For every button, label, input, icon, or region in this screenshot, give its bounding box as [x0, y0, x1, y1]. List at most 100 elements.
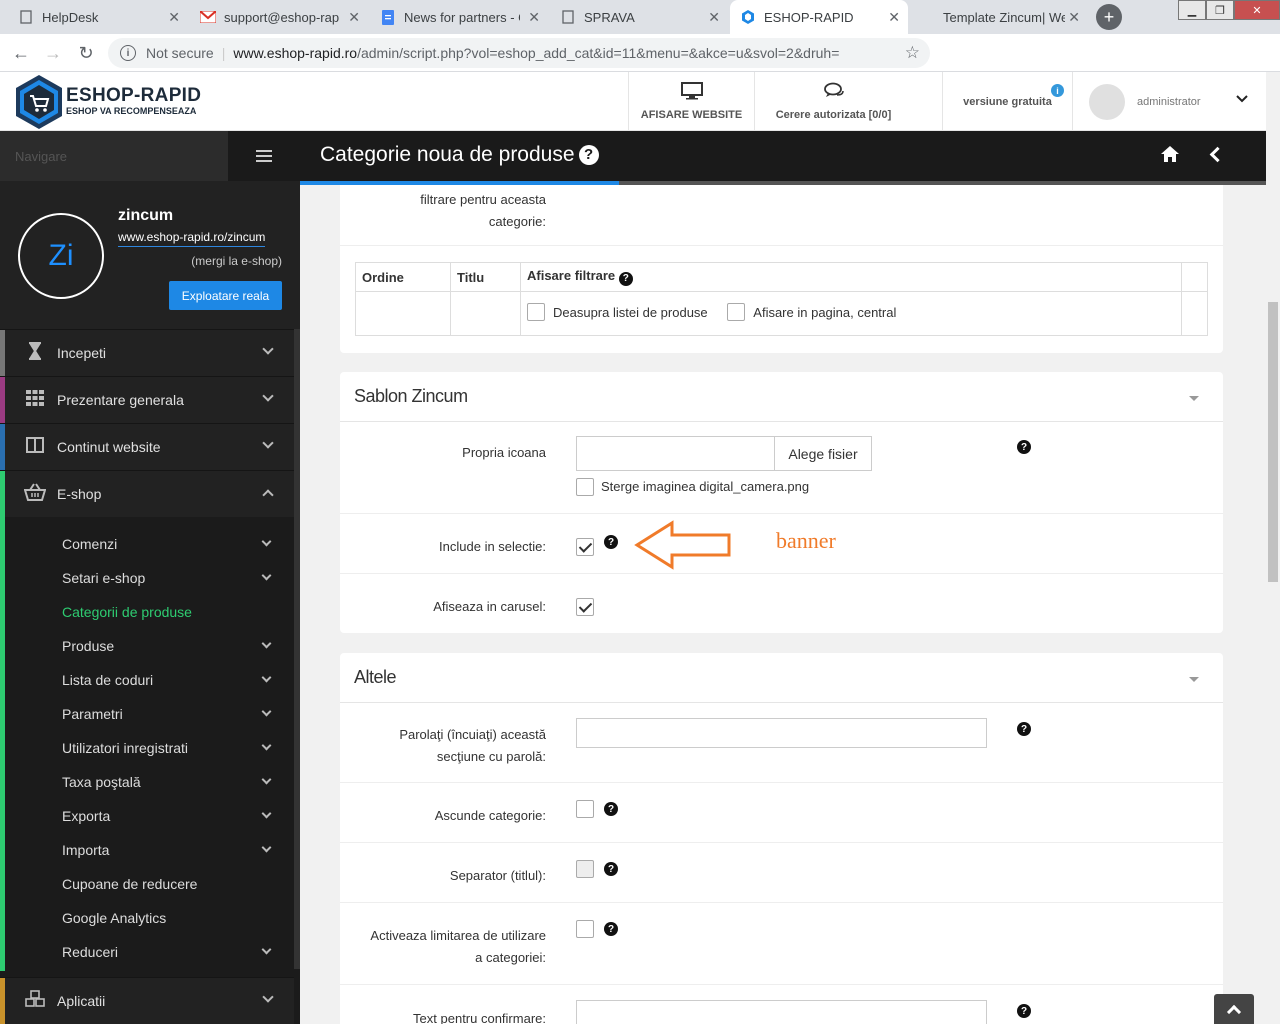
submenu-item-setari-e-shop[interactable]: Setari e-shop — [0, 561, 294, 595]
minimize-icon[interactable]: ▁ — [1178, 0, 1206, 20]
tab-sprava[interactable]: SPRAVA ✕ — [550, 0, 728, 34]
page-title: Categorie noua de produse? — [320, 143, 599, 167]
checkbox[interactable] — [727, 303, 746, 321]
submenu-item-categorii-de-produse[interactable]: Categorii de produse — [0, 595, 294, 629]
help-icon[interactable]: ? — [604, 802, 618, 816]
banner-annotation: banner — [776, 528, 836, 553]
help-icon[interactable]: ? — [578, 144, 599, 165]
tab-helpdesk[interactable]: HelpDesk ✕ — [8, 0, 188, 34]
maximize-icon[interactable]: ❐ — [1206, 0, 1234, 20]
hamburger-menu-icon[interactable] — [228, 131, 300, 181]
choose-file-button[interactable]: Alege fisier — [774, 436, 872, 471]
info-icon[interactable]: i — [120, 45, 136, 61]
help-icon[interactable]: ? — [1017, 722, 1031, 736]
live-mode-button[interactable]: Exploatare reala — [169, 281, 282, 310]
submenu-item-label: Categorii de produse — [62, 604, 192, 620]
submenu-item-cupoane-de-reducere[interactable]: Cupoane de reducere — [0, 867, 294, 901]
help-icon[interactable]: ? — [1017, 440, 1031, 454]
file-path-input[interactable] — [576, 436, 775, 471]
submenu-item-exporta[interactable]: Exporta — [0, 799, 294, 833]
version-badge[interactable]: versiune gratuita i — [942, 72, 1072, 131]
sidebar-item-prezentare-generala[interactable]: Prezentare generala — [0, 376, 294, 423]
chevron-left-icon[interactable] — [1209, 146, 1226, 163]
filter-above-list-checkbox[interactable]: Deasupra listei de produse — [527, 303, 708, 321]
separator-checkbox[interactable] — [576, 860, 594, 878]
shop-url-link[interactable]: www.eshop-rapid.ro/zincum — [118, 230, 266, 247]
chevron-down-icon[interactable] — [1236, 92, 1248, 106]
logo[interactable]: ESHOP-RAPID ESHOP VA RECOMPENSEAZA — [14, 74, 201, 129]
submenu-item-comenzi[interactable]: Comenzi — [0, 527, 294, 561]
help-icon[interactable]: ? — [1017, 1004, 1031, 1018]
submenu-item-utilizatori-inregistrati[interactable]: Utilizatori inregistrati — [0, 731, 294, 765]
sidebar: Navigare Zi zincum www.eshop-rapid.ro/zi… — [0, 131, 300, 1024]
submenu-item-taxa-postala[interactable]: Taxa poştală — [0, 765, 294, 799]
other-panel-title[interactable]: Altele — [340, 653, 1223, 703]
hide-category-checkbox[interactable] — [576, 800, 594, 818]
submenu-item-produse[interactable]: Produse — [0, 629, 294, 663]
chevron-up-icon — [262, 489, 274, 501]
sidebar-item-label: Aplicatii — [57, 993, 106, 1009]
close-icon[interactable]: ✕ — [888, 9, 900, 26]
page-scrollbar[interactable] — [1266, 72, 1280, 1024]
submenu-item-lista-de-coduri[interactable]: Lista de coduri — [0, 663, 294, 697]
submenu-item-parametri[interactable]: Parametri — [0, 697, 294, 731]
carousel-checkbox[interactable] — [576, 598, 594, 616]
tab-docs[interactable]: News for partners - G ✕ — [370, 0, 548, 34]
close-icon[interactable]: ✕ — [528, 9, 540, 26]
sidebar-item-incepeti[interactable]: Incepeti — [0, 329, 294, 376]
close-icon[interactable]: ✕ — [168, 9, 180, 26]
hide-category-label: Ascunde categorie: — [434, 808, 546, 823]
sidebar-item-continut-website[interactable]: Continut website — [0, 423, 294, 470]
forward-arrow-icon[interactable]: → — [42, 42, 64, 64]
back-arrow-icon[interactable]: ← — [10, 42, 32, 64]
view-website-label: AFISARE WEBSITE — [640, 109, 743, 121]
scroll-to-top-button[interactable] — [1214, 994, 1254, 1024]
gmail-icon — [200, 9, 216, 25]
include-selection-checkbox[interactable] — [576, 538, 594, 556]
view-website-button[interactable]: AFISARE WEBSITE — [628, 72, 754, 131]
close-icon[interactable]: ✕ — [1068, 9, 1080, 26]
scrollbar-thumb[interactable] — [1268, 302, 1278, 582]
home-icon[interactable] — [1160, 145, 1180, 168]
item-color-bar — [0, 978, 5, 1024]
user-menu[interactable]: administrator — [1072, 72, 1266, 131]
close-icon[interactable]: ✕ — [348, 9, 360, 26]
tab-template-zincum[interactable]: Template Zincum| We ✕ — [910, 0, 1088, 34]
requests-button[interactable]: Cerere autorizata [0/0] — [754, 72, 912, 131]
reload-icon[interactable]: ↻ — [75, 42, 97, 64]
caret-down-icon[interactable] — [1189, 677, 1199, 682]
password-input[interactable] — [576, 718, 987, 748]
template-panel-title[interactable]: Sablon Zincum — [340, 372, 1223, 422]
new-tab-button[interactable]: + — [1096, 4, 1122, 30]
bookmark-star-icon[interactable]: ☆ — [905, 43, 920, 63]
checkbox[interactable] — [527, 303, 545, 321]
caret-down-icon[interactable] — [1189, 396, 1199, 401]
tab-eshop-rapid[interactable]: ESHOP-RAPID ✕ — [730, 0, 908, 34]
sidebar-item-aplicatii[interactable]: Aplicatii — [0, 977, 294, 1024]
submenu-item-label: Cupoane de reducere — [62, 876, 198, 892]
info-icon[interactable]: i — [1051, 84, 1064, 97]
sidebar-item-e-shop[interactable]: E-shop — [0, 470, 294, 517]
url-input[interactable]: i Not secure | www.eshop-rapid.ro/admin/… — [108, 38, 930, 68]
monitor-icon — [680, 82, 703, 105]
chevron-down-icon — [261, 638, 272, 649]
filter-in-page-checkbox[interactable]: Afisare in pagina, central — [727, 303, 896, 321]
usage-limit-checkbox[interactable] — [576, 920, 594, 938]
close-icon[interactable]: ✕ — [708, 9, 720, 26]
go-to-shop-link[interactable]: (mergi la e-shop) — [191, 254, 282, 268]
submenu-item-importa[interactable]: Importa — [0, 833, 294, 867]
chevron-down-icon — [262, 343, 274, 355]
delete-image-checkbox[interactable] — [576, 478, 594, 496]
submenu-item-label: Importa — [62, 842, 110, 858]
window-close-icon[interactable]: ✕ — [1234, 0, 1280, 20]
column-header — [1181, 262, 1208, 292]
tab-gmail[interactable]: support@eshop-rapid ✕ — [190, 0, 368, 34]
confirm-text-input[interactable] — [576, 1000, 987, 1024]
help-icon[interactable]: ? — [618, 271, 633, 286]
submenu-item-google-analytics[interactable]: Google Analytics — [0, 901, 294, 935]
submenu-item-reduceri[interactable]: Reduceri — [0, 935, 294, 969]
help-icon[interactable]: ? — [604, 862, 618, 876]
tab-title: HelpDesk — [42, 9, 99, 25]
help-icon[interactable]: ? — [604, 922, 618, 936]
help-icon[interactable]: ? — [604, 535, 618, 549]
